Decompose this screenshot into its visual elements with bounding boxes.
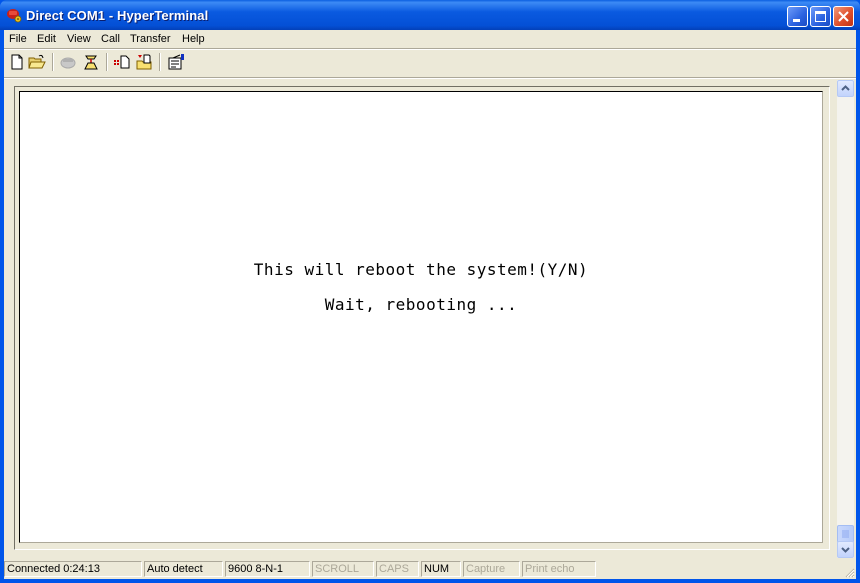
receive-file-button[interactable]	[135, 53, 153, 71]
new-document-icon	[11, 54, 23, 70]
status-scroll: SCROLL	[312, 561, 374, 577]
close-icon	[838, 11, 849, 22]
vertical-scrollbar[interactable]	[837, 80, 854, 558]
toolbar-separator	[106, 53, 108, 71]
properties-button[interactable]	[167, 53, 185, 71]
minimize-button[interactable]	[787, 6, 808, 27]
window-title: Direct COM1 - HyperTerminal	[26, 8, 209, 23]
scroll-up-button[interactable]	[837, 80, 854, 97]
title-bar[interactable]: Direct COM1 - HyperTerminal	[0, 0, 860, 30]
receive-file-icon	[136, 54, 152, 70]
new-connection-button[interactable]	[8, 53, 26, 71]
minimize-icon	[793, 19, 800, 22]
status-connection: Connected 0:24:13	[4, 561, 142, 577]
open-button[interactable]	[28, 53, 46, 71]
toolbar-separator-line	[4, 77, 856, 79]
menu-bar: File Edit View Call Transfer Help	[4, 30, 856, 48]
hangup-icon	[84, 55, 98, 70]
status-bar: Connected 0:24:13 Auto detect 9600 8-N-1…	[4, 559, 856, 579]
menu-call[interactable]: Call	[101, 33, 120, 45]
menu-help[interactable]: Help	[182, 33, 205, 45]
chevron-down-icon	[841, 547, 850, 553]
hyperterminal-phone-icon	[7, 9, 22, 23]
terminal-line: Wait, rebooting ...	[324, 295, 518, 314]
status-port-settings: 9600 8-N-1	[225, 561, 310, 577]
menu-file[interactable]: File	[9, 33, 27, 45]
open-folder-icon	[28, 54, 46, 69]
chevron-up-icon	[841, 85, 850, 91]
toolbar	[4, 50, 856, 76]
scroll-down-button[interactable]	[837, 541, 854, 558]
maximize-button[interactable]	[810, 6, 831, 27]
toolbar-separator	[159, 53, 161, 71]
menu-view[interactable]: View	[67, 33, 91, 45]
connect-button	[59, 53, 77, 71]
menu-edit[interactable]: Edit	[37, 33, 56, 45]
status-caps: CAPS	[376, 561, 419, 577]
window-client-area: File Edit View Call Transfer Help This w…	[4, 30, 856, 579]
grip-lines-icon	[842, 530, 849, 538]
status-capture: Capture	[463, 561, 520, 577]
phone-icon	[60, 57, 76, 69]
resize-grip-icon[interactable]	[843, 566, 855, 578]
terminal-screen[interactable]: This will reboot the system!(Y/N) Wait, …	[19, 91, 823, 543]
send-file-icon	[114, 55, 130, 69]
toolbar-separator	[52, 53, 54, 71]
status-print-echo: Print echo	[522, 561, 596, 577]
send-file-button[interactable]	[113, 53, 131, 71]
disconnect-button[interactable]	[82, 53, 100, 71]
terminal-frame: This will reboot the system!(Y/N) Wait, …	[14, 86, 830, 550]
hyperterminal-window: Direct COM1 - HyperTerminal File Edit Vi…	[0, 0, 860, 583]
menu-transfer[interactable]: Transfer	[130, 33, 171, 45]
close-button[interactable]	[833, 6, 854, 27]
terminal-line: This will reboot the system!(Y/N)	[253, 260, 589, 279]
status-num: NUM	[421, 561, 461, 577]
properties-icon	[168, 54, 184, 70]
maximize-icon	[815, 11, 826, 22]
status-detect: Auto detect	[144, 561, 223, 577]
